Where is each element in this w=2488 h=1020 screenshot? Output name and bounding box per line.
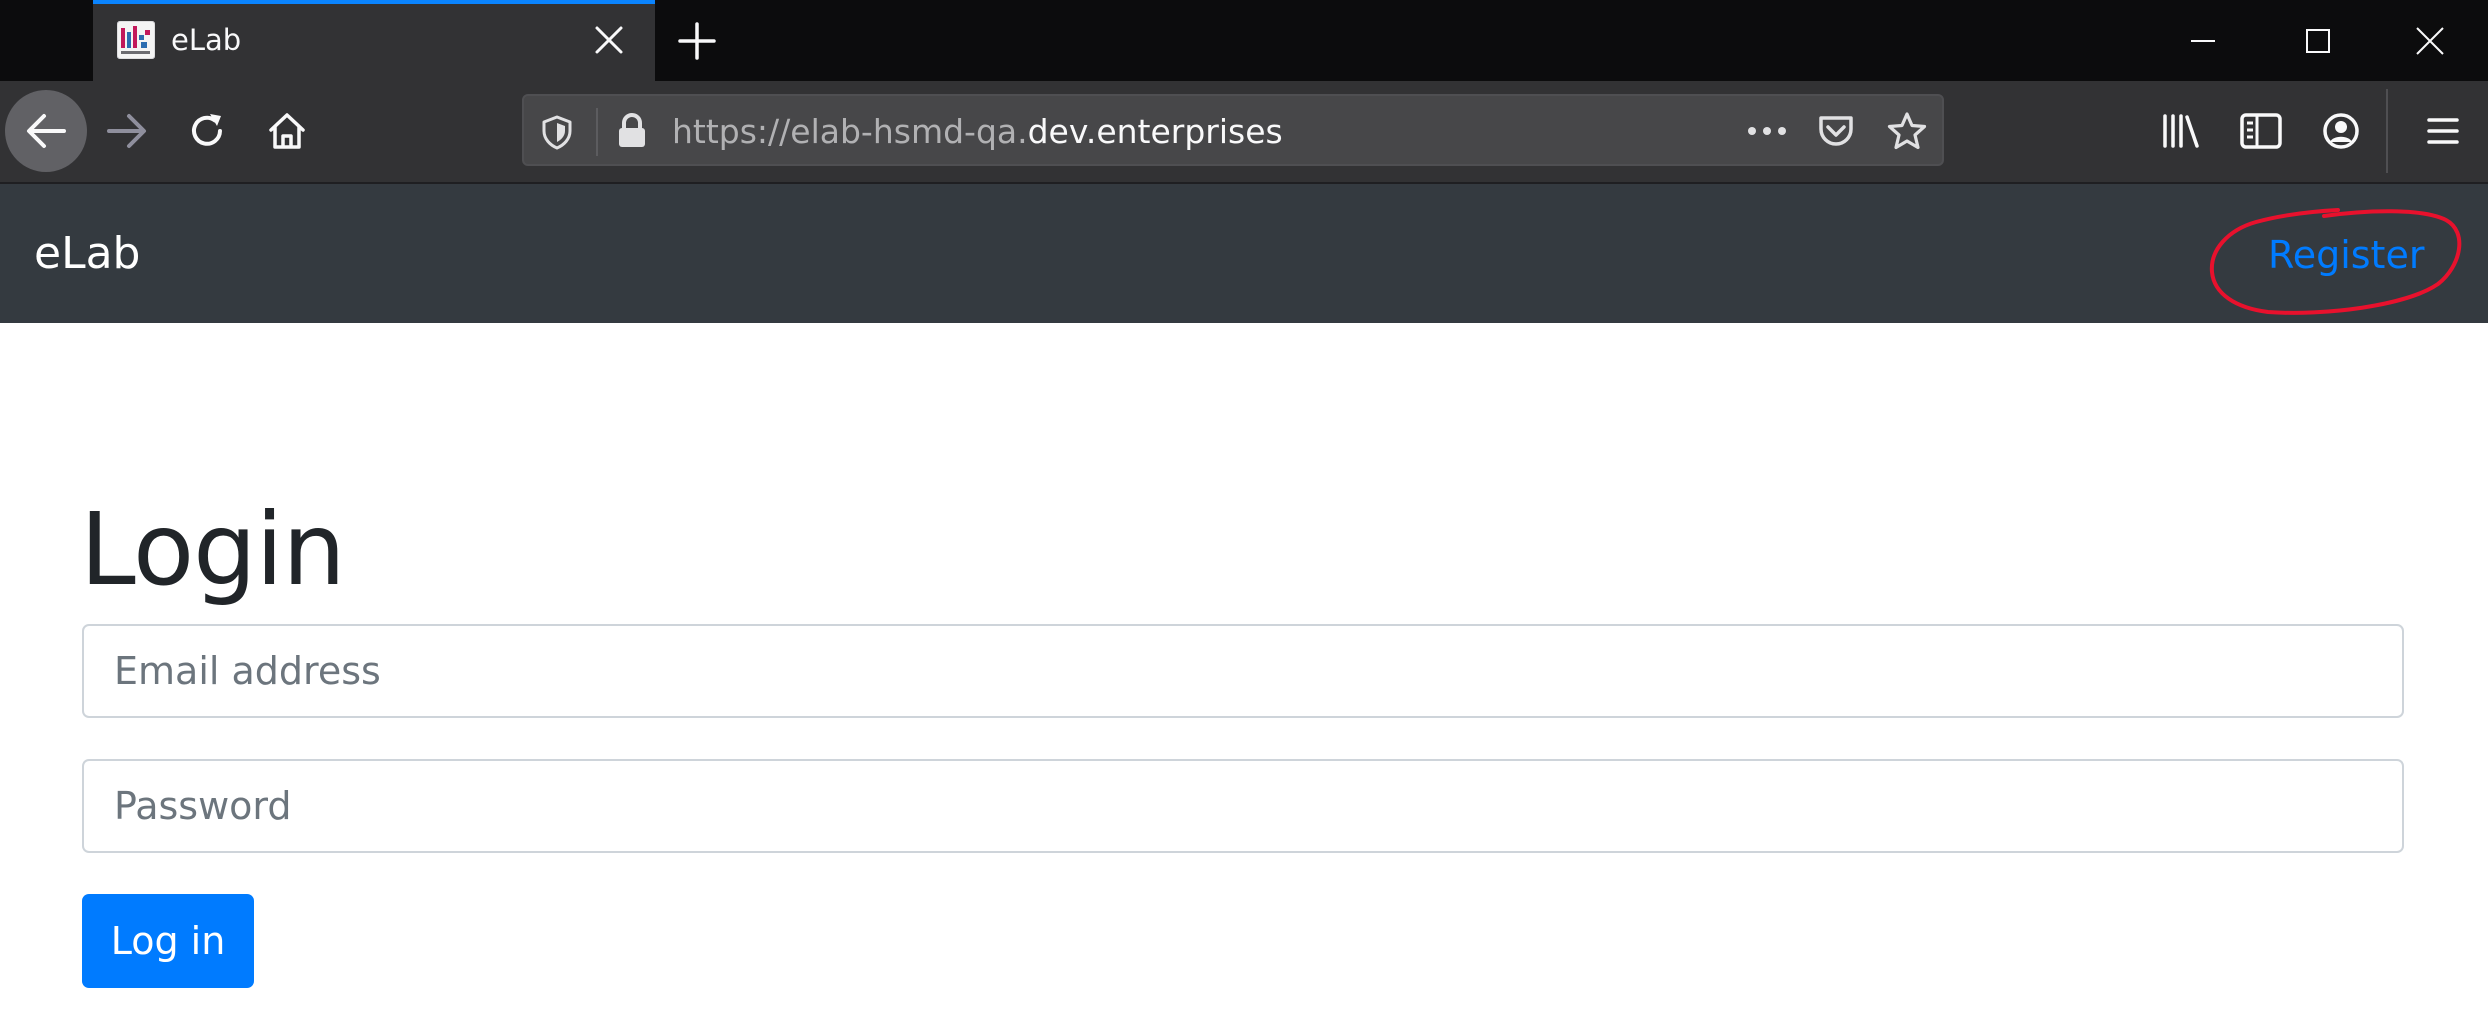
lock-icon[interactable]: [616, 113, 648, 149]
library-icon: [2159, 111, 2203, 151]
url-host: dev.enterprises: [1027, 112, 1283, 151]
arrow-left-icon: [24, 111, 68, 151]
close-icon[interactable]: [591, 22, 627, 58]
login-button[interactable]: Log in: [82, 894, 254, 988]
reload-icon: [186, 110, 228, 152]
browser-toolbar: https://elab-hsmd-qa.dev.enterprises: [0, 81, 2488, 184]
hamburger-icon: [2425, 113, 2461, 149]
account-button[interactable]: [2314, 100, 2368, 162]
forward-button[interactable]: [100, 100, 154, 162]
url-text[interactable]: https://elab-hsmd-qa.dev.enterprises: [672, 112, 1283, 152]
sidebar-icon: [2239, 111, 2283, 151]
shield-icon[interactable]: [540, 114, 574, 150]
arrow-right-icon: [105, 111, 149, 151]
sidebar-button[interactable]: [2234, 100, 2288, 162]
toolbar-divider: [2386, 89, 2388, 173]
star-icon[interactable]: [1886, 110, 1928, 152]
account-icon: [2321, 111, 2361, 151]
app-menu-button[interactable]: [2416, 100, 2470, 162]
reload-button[interactable]: [180, 100, 234, 162]
page-title: Login: [80, 491, 346, 608]
browser-tab[interactable]: eLab: [93, 0, 655, 81]
home-button[interactable]: [260, 100, 314, 162]
url-bar[interactable]: https://elab-hsmd-qa.dev.enterprises: [522, 94, 1944, 166]
back-button[interactable]: [5, 90, 87, 172]
register-link[interactable]: Register: [2268, 232, 2424, 278]
brand-link[interactable]: eLab: [34, 228, 140, 280]
password-field[interactable]: [82, 759, 2404, 853]
browser-tab-strip: eLab: [0, 0, 2488, 81]
close-window-button[interactable]: [2372, 0, 2488, 81]
minimize-window-button[interactable]: [2145, 0, 2261, 81]
more-icon[interactable]: [1746, 116, 1788, 146]
library-button[interactable]: [2154, 100, 2208, 162]
tab-title: eLab: [171, 23, 242, 57]
home-icon: [265, 109, 309, 153]
url-bar-divider: [596, 108, 598, 156]
url-prefix: https://elab-hsmd-qa.: [672, 112, 1028, 151]
active-tab-indicator: [93, 0, 655, 4]
pocket-icon[interactable]: [1816, 111, 1856, 151]
plus-icon[interactable]: [674, 20, 720, 62]
site-favicon-icon: [117, 21, 155, 59]
email-field[interactable]: [82, 624, 2404, 718]
maximize-window-button[interactable]: [2260, 0, 2376, 81]
site-navbar: eLab Register: [0, 184, 2488, 323]
